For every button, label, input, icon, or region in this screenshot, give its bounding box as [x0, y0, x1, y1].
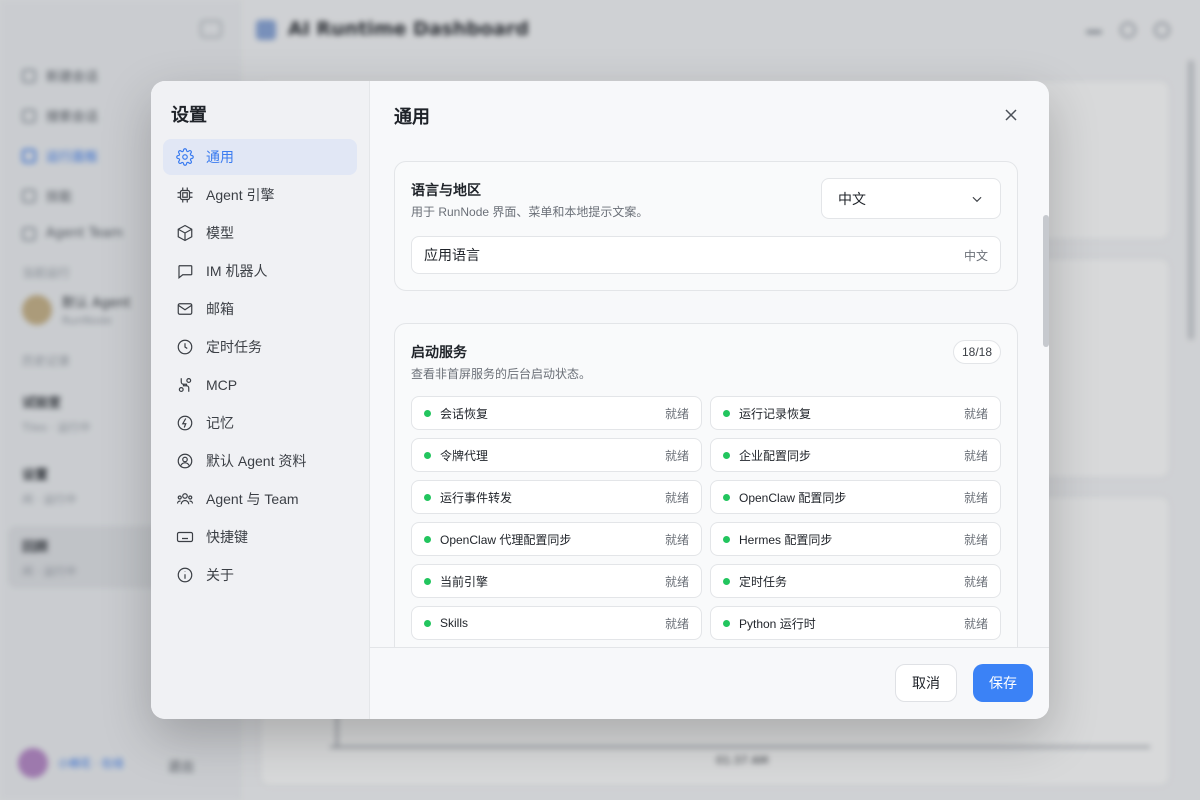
services-count-badge: 18/18 [952, 340, 1001, 364]
status-badge: 就绪 [664, 574, 689, 589]
status-dot [723, 409, 730, 417]
service-item: 会话恢复 就绪 [411, 396, 702, 430]
bolt-icon [177, 415, 193, 431]
settings-sidebar: 设置 通用 Agent 引擎 模型 IM 机器人 邮箱 定时任务 MCP 记忆 … [151, 81, 370, 719]
status-dot [723, 451, 730, 459]
save-button[interactable]: 保存 [973, 664, 1033, 702]
startup-services-section: 启动服务 查看非首屏服务的后台启动状态。 18/18 会话恢复 就绪 运行记录恢复… [394, 323, 1018, 647]
modal-footer: 取消 保存 [370, 647, 1049, 719]
nav-item-label: 定时任务 [206, 339, 262, 355]
status-dot [723, 493, 730, 501]
info-icon [177, 567, 193, 583]
settings-scroll-area[interactable]: 语言与地区 用于 RunNode 界面、菜单和本地提示文案。 中文 应用语言 中… [370, 151, 1049, 647]
status-dot [723, 577, 730, 585]
plug-icon [178, 378, 192, 392]
service-item: 令牌代理 就绪 [411, 438, 702, 472]
content-title: 通用 [394, 107, 430, 127]
nav-item-about[interactable]: 关于 [163, 557, 357, 593]
user-circle-icon [177, 453, 193, 469]
nav-item-label: 邮箱 [206, 301, 234, 317]
nav-item-agent-team[interactable]: Agent 与 Team [163, 481, 357, 517]
app-language-value: 中文 [963, 248, 988, 263]
nav-item-label: 通用 [206, 149, 234, 165]
nav-item-mcp[interactable]: MCP [163, 367, 357, 403]
nav-item-im-bot[interactable]: IM 机器人 [163, 253, 357, 289]
nav-item-models[interactable]: 模型 [163, 215, 357, 251]
status-dot [424, 451, 431, 459]
service-item: 运行记录恢复 就绪 [710, 396, 1001, 430]
status-badge: 就绪 [664, 406, 689, 421]
service-item: Python 运行时 就绪 [710, 606, 1001, 640]
gear-icon [176, 148, 194, 166]
mail-icon [177, 303, 193, 315]
settings-modal: 设置 通用 Agent 引擎 模型 IM 机器人 邮箱 定时任务 MCP 记忆 … [151, 81, 1049, 719]
scrollbar[interactable] [1043, 215, 1049, 347]
app-language-row: 应用语言 中文 [411, 236, 1001, 274]
status-badge: 就绪 [963, 448, 988, 463]
nav-item-label: 关于 [206, 567, 234, 583]
service-item: OpenClaw 配置同步 就绪 [710, 480, 1001, 514]
status-dot [424, 619, 431, 627]
team-icon [176, 493, 194, 505]
section-description: 用于 RunNode 界面、菜单和本地提示文案。 [411, 205, 649, 219]
chevron-down-icon [972, 196, 982, 203]
service-item: 企业配置同步 就绪 [710, 438, 1001, 472]
service-item: OpenClaw 代理配置同步 就绪 [411, 522, 702, 556]
status-badge: 就绪 [963, 406, 988, 421]
section-description: 查看非首屏服务的后台启动状态。 [411, 367, 592, 381]
status-badge: 就绪 [664, 490, 689, 505]
nav-item-shortcuts[interactable]: 快捷键 [163, 519, 357, 555]
chat-icon [178, 265, 193, 279]
services-grid: 会话恢复 就绪 运行记录恢复 就绪 令牌代理 就绪 企业配置同步 就绪 运行事件转发 就绪… [411, 396, 1001, 640]
status-badge: 就绪 [963, 532, 988, 547]
status-dot [424, 493, 431, 501]
status-dot [723, 535, 730, 543]
language-section: 语言与地区 用于 RunNode 界面、菜单和本地提示文案。 中文 应用语言 中… [394, 161, 1018, 291]
section-title: 启动服务 [411, 344, 467, 360]
nav-item-mail[interactable]: 邮箱 [163, 291, 357, 327]
nav-item-label: MCP [206, 377, 238, 393]
nav-item-scheduled-tasks[interactable]: 定时任务 [163, 329, 357, 365]
status-dot [424, 535, 431, 543]
nav-item-label: 快捷键 [206, 529, 248, 545]
keyboard-icon [176, 531, 194, 543]
nav-item-default-agent-profile[interactable]: 默认 Agent 资料 [163, 443, 357, 479]
clock-icon [177, 339, 193, 355]
nav-item-label: Agent 引擎 [206, 187, 275, 203]
nav-item-memory[interactable]: 记忆 [163, 405, 357, 441]
settings-content: 通用 语言与地区 用于 RunNode 界面、菜单和本地提示文案。 中文 应用语… [370, 81, 1049, 719]
status-badge: 就绪 [963, 490, 988, 505]
cube-icon [177, 224, 193, 242]
status-badge: 就绪 [963, 574, 988, 589]
settings-title: 设置 [171, 105, 207, 125]
cancel-button[interactable]: 取消 [895, 664, 957, 702]
status-dot [424, 409, 431, 417]
status-badge: 就绪 [664, 616, 689, 631]
service-item: 定时任务 就绪 [710, 564, 1001, 598]
nav-item-agent-engine[interactable]: Agent 引擎 [163, 177, 357, 213]
service-item: Skills 就绪 [411, 606, 702, 640]
section-title: 语言与地区 [411, 182, 481, 198]
status-badge: 就绪 [664, 532, 689, 547]
app-language-label: 应用语言 [424, 247, 480, 263]
chip-icon [177, 187, 193, 203]
nav-item-label: Agent 与 Team [206, 491, 299, 507]
status-dot [723, 619, 730, 627]
nav-item-label: IM 机器人 [206, 263, 268, 279]
status-dot [424, 577, 431, 585]
nav-item-label: 模型 [206, 225, 234, 241]
status-badge: 就绪 [664, 448, 689, 463]
close-icon[interactable] [1001, 105, 1021, 125]
nav-item-label: 默认 Agent 资料 [206, 453, 307, 469]
service-item: Hermes 配置同步 就绪 [710, 522, 1001, 556]
service-item: 当前引擎 就绪 [411, 564, 702, 598]
language-select[interactable]: 中文 [821, 178, 1001, 219]
status-badge: 就绪 [963, 616, 988, 631]
nav-item-label: 记忆 [206, 415, 234, 431]
language-select-value: 中文 [838, 190, 866, 207]
service-item: 运行事件转发 就绪 [411, 480, 702, 514]
nav-item-general[interactable]: 通用 [163, 139, 357, 175]
